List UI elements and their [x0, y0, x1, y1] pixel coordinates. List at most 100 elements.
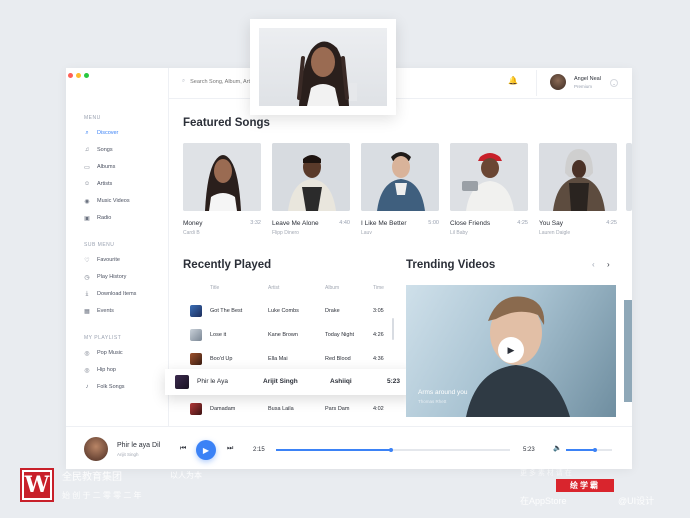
song-duration: 4:25 [517, 220, 528, 226]
volume-handle[interactable] [592, 447, 597, 452]
history-icon: ◷ [84, 274, 90, 281]
search-icon: ⌕ [85, 129, 89, 136]
album-art [626, 143, 632, 211]
song-duration: 5:00 [428, 220, 439, 226]
song-name: Leave Me Alone [272, 220, 319, 227]
sidebar-item-label: Songs [97, 147, 113, 153]
track-time: 4:36 [373, 356, 384, 362]
elapsed-time: 2:15 [253, 447, 265, 453]
song-artist: Flipp Dinero [272, 230, 299, 236]
table-row[interactable]: Got The Best Luke Combs Drake 3:05 [190, 305, 390, 319]
user-avatar[interactable] [550, 74, 566, 90]
sidebar-item-label: Folk Songs [97, 384, 125, 390]
track-artist: Busa Laila [268, 406, 294, 412]
column-header-album: Album [325, 285, 340, 291]
disc-icon: ◎ [84, 350, 90, 357]
song-name: You Say [539, 220, 563, 227]
recently-played-title: Recently Played [183, 259, 272, 271]
next-track-icon[interactable]: ⏭ [227, 445, 233, 453]
volume-icon[interactable]: 🔈 [553, 444, 562, 452]
sidebar-item-radio[interactable]: ▣ Radio [84, 215, 111, 222]
album-art [272, 143, 350, 211]
progress-fill [276, 449, 391, 451]
recent-scrollbar[interactable] [392, 318, 394, 340]
watermark-line2: 始 创 于 二 零 零 二 年 [62, 491, 142, 500]
sidebar-item-artists[interactable]: ☺ Artists [84, 181, 112, 187]
play-video-button[interactable]: ▶ [498, 337, 524, 363]
sidebar-item-favourite[interactable]: ♡ Favourite [84, 257, 120, 264]
sidebar-item-albums[interactable]: ▭ Albums [84, 164, 116, 171]
disc-icon: ◎ [84, 367, 90, 374]
featured-song-card[interactable]: Money 3:32 Cardi B [183, 143, 261, 236]
table-row[interactable]: Lose it Kane Brown Today Night 4:26 [190, 329, 390, 343]
album-art [450, 143, 528, 211]
sidebar-item-label: Download Items [97, 291, 137, 297]
track-thumbnail [190, 329, 202, 341]
sidebar-item-events[interactable]: ▦ Events [84, 308, 114, 315]
featured-artist-photo-card[interactable] [250, 19, 396, 115]
track-title: Got The Best [210, 308, 243, 314]
track-time: 4:02 [373, 406, 384, 412]
featured-song-card-peek[interactable]: Re [626, 143, 632, 211]
featured-song-card[interactable]: Leave Me Alone 4:40 Flipp Dinero [272, 143, 350, 236]
track-artist: Luke Combs [268, 308, 299, 314]
user-name: Angel Neal [574, 76, 601, 82]
sidebar-section-playlist: MY PLAYLIST [84, 335, 122, 341]
song-name: Money [183, 220, 203, 227]
chevron-right-icon[interactable]: › [607, 260, 610, 269]
download-icon: ⤓ [85, 290, 89, 297]
chevron-down-icon[interactable]: ⌄ [610, 79, 618, 87]
table-row[interactable]: Damadam Busa Laila Pars Dam 4:02 [190, 403, 390, 417]
sidebar-item-songs[interactable]: ♫ Songs [84, 147, 113, 153]
notification-bell-icon[interactable]: 🔔 [508, 76, 518, 85]
featured-song-card[interactable]: I Like Me Better 5:00 Lauv [361, 143, 439, 236]
user-icon: ☺ [83, 181, 91, 187]
sidebar-item-pop-music[interactable]: ◎ Pop Music [84, 350, 123, 357]
heart-icon: ♡ [84, 257, 90, 264]
track-time: 5:23 [387, 378, 401, 385]
video-artist: Thomas Rhett [418, 399, 447, 404]
track-time: 4:26 [373, 332, 384, 338]
featured-song-card[interactable]: You Say 4:25 Lauren Daigle [539, 143, 617, 236]
watermark-line1: 全民教育集团 [62, 472, 122, 483]
table-row-highlighted[interactable]: Phir le Aya Arijit Singh Ashiiqi 5:23 [165, 369, 413, 395]
song-artist: Lauren Daigle [539, 230, 571, 236]
song-artist: Cardi B [183, 230, 200, 236]
chevron-left-icon[interactable]: ‹ [592, 260, 595, 269]
sidebar-item-play-history[interactable]: ◷ Play History [84, 274, 126, 281]
progress-handle[interactable] [388, 447, 393, 452]
album-art [183, 143, 261, 211]
track-thumbnail [190, 403, 202, 415]
track-title: Phir le Aya [197, 378, 228, 385]
previous-track-icon[interactable]: ⏮ [180, 445, 186, 453]
watermark-handle: @UI设计 [618, 496, 655, 506]
table-row[interactable]: Boo'd Up Ella Mai Red Blood 4:36 [190, 353, 390, 367]
video-title: Arms around you [418, 389, 468, 396]
sidebar-item-hip-hop[interactable]: ◎ Hip hop [84, 367, 116, 374]
song-duration: 4:40 [339, 220, 350, 226]
sidebar-item-label: Albums [97, 164, 116, 170]
track-artist: Arijit Singh [263, 378, 298, 385]
sidebar-item-folk-songs[interactable]: ♪ Folk Songs [84, 384, 125, 390]
sidebar-item-label: Music Videos [97, 198, 130, 204]
sidebar-item-label: Pop Music [97, 350, 123, 356]
play-pause-button[interactable]: ▶ [196, 440, 216, 460]
next-video-peek[interactable] [624, 300, 632, 402]
now-playing-artist: Arijit Singh [117, 452, 139, 457]
album-art [361, 143, 439, 211]
volume-slider[interactable] [566, 447, 612, 452]
sidebar-item-download-items[interactable]: ⤓ Download Items [84, 290, 137, 298]
topbar-divider [536, 70, 537, 96]
sidebar-item-discover[interactable]: ⌕ Discover [84, 129, 118, 137]
album-art [539, 143, 617, 211]
watermark-badge: 绘学霸 [556, 479, 614, 492]
progress-slider[interactable] [276, 447, 510, 452]
play-icon: ▶ [507, 344, 515, 355]
featured-song-card[interactable]: Close Friends 4:25 Lil Baby [450, 143, 528, 236]
volume-fill [566, 449, 595, 451]
track-artist: Kane Brown [268, 332, 298, 338]
calendar-icon: ▦ [84, 308, 90, 315]
sidebar-item-music-videos[interactable]: ◉ Music Videos [84, 198, 130, 205]
play-icon: ▶ [202, 445, 210, 455]
track-title: Lose it [210, 332, 227, 338]
